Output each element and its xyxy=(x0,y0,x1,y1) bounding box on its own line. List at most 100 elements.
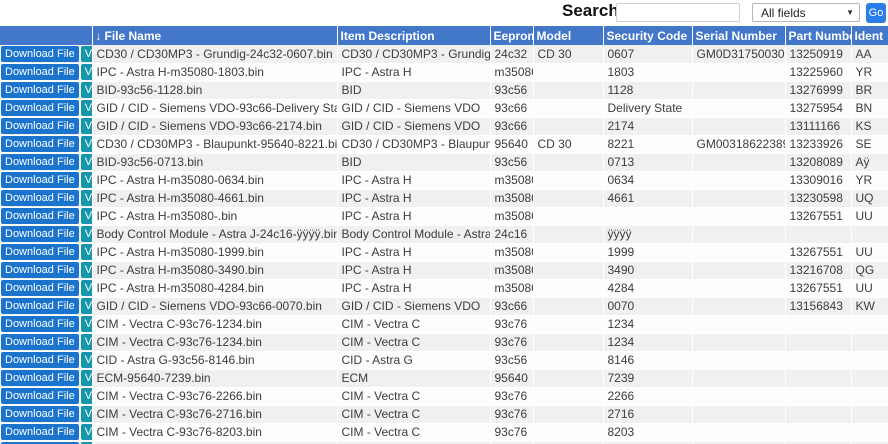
table-row: Download FileView IPC - Astra H-m35080-1… xyxy=(0,243,888,261)
view-button[interactable]: View xyxy=(81,46,92,62)
table-row: Download FileView GID / CID - Siemens VD… xyxy=(0,117,888,135)
serial-number-cell xyxy=(692,171,785,189)
download-file-button[interactable]: Download File xyxy=(1,154,79,170)
field-select[interactable]: All fields ▼ xyxy=(752,3,860,22)
search-input[interactable] xyxy=(616,3,740,22)
download-file-button[interactable]: Download File xyxy=(1,352,79,368)
table-row: Download FileView CIM - Vectra C-93c76-2… xyxy=(0,405,888,423)
serial-number-cell xyxy=(692,333,785,351)
download-file-button[interactable]: Download File xyxy=(1,370,79,386)
view-button[interactable]: View xyxy=(81,172,92,188)
column-header-eeprom[interactable]: Eeprom xyxy=(490,26,533,45)
model-cell xyxy=(533,189,603,207)
download-file-button[interactable]: Download File xyxy=(1,424,79,440)
column-header-file-name[interactable]: ↓File Name xyxy=(92,26,337,45)
download-file-button[interactable]: Download File xyxy=(1,64,79,80)
download-file-button[interactable]: Download File xyxy=(1,46,79,62)
part-number-cell xyxy=(785,423,851,441)
column-header-security-code[interactable]: Security Code xyxy=(603,26,692,45)
part-number-cell: 13230598 xyxy=(785,189,851,207)
actions-cell: Download FileView xyxy=(0,63,92,81)
view-button[interactable]: View xyxy=(81,154,92,170)
column-header-actions xyxy=(0,26,92,45)
serial-number-cell xyxy=(692,81,785,99)
chevron-down-icon: ▼ xyxy=(846,9,854,17)
column-header-item-description[interactable]: Item Description xyxy=(337,26,490,45)
serial-number-cell xyxy=(692,99,785,117)
actions-cell: Download FileView xyxy=(0,333,92,351)
table-row: Download FileView BID-93c56-1128.bin BID… xyxy=(0,81,888,99)
model-cell: CD 30 xyxy=(533,45,603,63)
file-name-cell: GID / CID - Siemens VDO-93c66-Delivery S… xyxy=(92,99,337,117)
ident-cell: BN xyxy=(851,99,888,117)
security-code-cell: 2716 xyxy=(603,405,692,423)
download-file-button[interactable]: Download File xyxy=(1,388,79,404)
actions-cell: Download FileView xyxy=(0,423,92,441)
file-name-cell: CIM - Vectra C-93c76-8203.bin xyxy=(92,423,337,441)
part-number-cell: 13309016 xyxy=(785,171,851,189)
view-button[interactable]: View xyxy=(81,298,92,314)
view-button[interactable]: View xyxy=(81,64,92,80)
download-file-button[interactable]: Download File xyxy=(1,280,79,296)
actions-cell: Download FileView xyxy=(0,225,92,243)
download-file-button[interactable]: Download File xyxy=(1,136,79,152)
view-button[interactable]: View xyxy=(81,406,92,422)
serial-number-cell: GM003186223890 xyxy=(692,135,785,153)
view-button[interactable]: View xyxy=(81,82,92,98)
download-file-button[interactable]: Download File xyxy=(1,208,79,224)
download-file-button[interactable]: Download File xyxy=(1,316,79,332)
download-file-button[interactable]: Download File xyxy=(1,100,79,116)
actions-cell: Download FileView xyxy=(0,315,92,333)
download-file-button[interactable]: Download File xyxy=(1,406,79,422)
item-description-cell: CD30 / CD30MP3 - Blaupunkt xyxy=(337,135,490,153)
view-button[interactable]: View xyxy=(81,280,92,296)
file-name-cell: IPC - Astra H-m35080-1803.bin xyxy=(92,63,337,81)
security-code-cell: Delivery State xyxy=(603,99,692,117)
view-button[interactable]: View xyxy=(81,352,92,368)
serial-number-cell xyxy=(692,225,785,243)
view-button[interactable]: View xyxy=(81,424,92,440)
view-button[interactable]: View xyxy=(81,244,92,260)
eeprom-cell: 95640 xyxy=(490,135,533,153)
part-number-cell: 13233926 xyxy=(785,135,851,153)
eeprom-cell: m35080 xyxy=(490,207,533,225)
view-button[interactable]: View xyxy=(81,100,92,116)
column-header-ident[interactable]: Ident xyxy=(851,26,888,45)
download-file-button[interactable]: Download File xyxy=(1,172,79,188)
ident-cell xyxy=(851,423,888,441)
download-file-button[interactable]: Download File xyxy=(1,82,79,98)
column-header-part-number[interactable]: Part Number xyxy=(785,26,851,45)
ident-cell: QG xyxy=(851,261,888,279)
security-code-cell: 0713 xyxy=(603,153,692,171)
download-file-button[interactable]: Download File xyxy=(1,334,79,350)
column-header-model[interactable]: Model xyxy=(533,26,603,45)
view-button[interactable]: View xyxy=(81,226,92,242)
model-cell xyxy=(533,99,603,117)
download-file-button[interactable]: Download File xyxy=(1,190,79,206)
eeprom-cell: 93c66 xyxy=(490,297,533,315)
download-file-button[interactable]: Download File xyxy=(1,226,79,242)
file-name-cell: IPC - Astra H-m35080-4661.bin xyxy=(92,189,337,207)
download-file-button[interactable]: Download File xyxy=(1,118,79,134)
file-name-cell: IPC - Astra H-m35080-.bin xyxy=(92,207,337,225)
view-button[interactable]: View xyxy=(81,388,92,404)
view-button[interactable]: View xyxy=(81,190,92,206)
table-header-row: ↓File Name Item Description Eeprom Model… xyxy=(0,26,888,45)
view-button[interactable]: View xyxy=(81,370,92,386)
view-button[interactable]: View xyxy=(81,136,92,152)
view-button[interactable]: View xyxy=(81,208,92,224)
actions-cell: Download FileView xyxy=(0,243,92,261)
eeprom-cell: 24c16 xyxy=(490,225,533,243)
actions-cell: Download FileView xyxy=(0,153,92,171)
download-file-button[interactable]: Download File xyxy=(1,298,79,314)
view-button[interactable]: View xyxy=(81,316,92,332)
view-button[interactable]: View xyxy=(81,262,92,278)
download-file-button[interactable]: Download File xyxy=(1,262,79,278)
eeprom-cell: 93c76 xyxy=(490,423,533,441)
view-button[interactable]: View xyxy=(81,334,92,350)
column-header-serial-number[interactable]: Serial Number xyxy=(692,26,785,45)
actions-cell: Download FileView xyxy=(0,135,92,153)
go-button[interactable]: Go xyxy=(866,3,886,23)
download-file-button[interactable]: Download File xyxy=(1,244,79,260)
view-button[interactable]: View xyxy=(81,118,92,134)
